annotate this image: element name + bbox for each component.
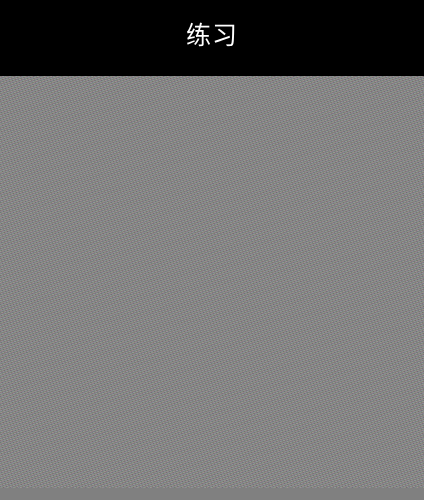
page-title: 练习: [185, 20, 238, 50]
noise-image-area: [0, 76, 424, 488]
bottom-strip: [0, 488, 424, 500]
practice-screen: 练习: [0, 0, 424, 500]
header-bar: 练习: [0, 0, 424, 76]
